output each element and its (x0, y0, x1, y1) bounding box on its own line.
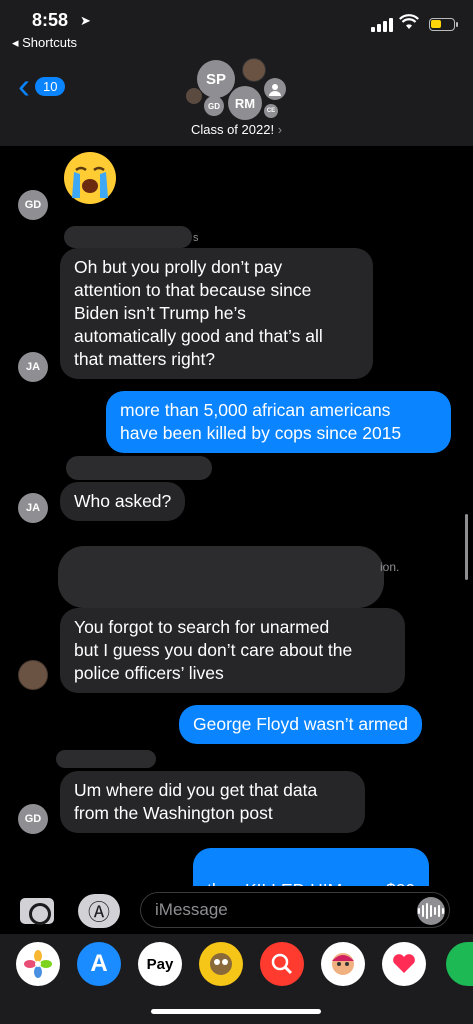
message-field[interactable] (140, 892, 450, 928)
home-indicator[interactable] (151, 1009, 321, 1014)
back-chevron-icon[interactable]: ‹ (18, 68, 30, 104)
received-message-bubble[interactable]: Oh but you prolly don’t pay attention to… (60, 248, 373, 379)
unread-count-badge[interactable]: 10 (35, 77, 66, 96)
status-bar: 8:58 ➤ ◂ Shortcuts (0, 0, 473, 56)
spotify-icon[interactable] (446, 942, 473, 986)
group-avatar-gd[interactable]: GD (204, 96, 224, 116)
group-name[interactable]: Class of 2022! › (0, 122, 473, 137)
received-message-bubble[interactable]: Who asked? (60, 482, 186, 521)
received-message-bubble[interactable]: You forgot to search for unarmed but I g… (60, 608, 405, 693)
sender-avatar-gd: GD (18, 804, 48, 834)
battery-icon (429, 18, 458, 31)
digital-touch-icon[interactable] (382, 942, 426, 986)
app-store-button[interactable]: Ⓐ (78, 894, 120, 928)
group-avatar-small-photo[interactable] (186, 88, 202, 104)
redacted-sender-name (56, 750, 156, 768)
memoji-icon[interactable] (199, 942, 243, 986)
received-message-bubble[interactable]: Um where did you get that data from the … (60, 771, 365, 833)
redacted-sender-name (64, 226, 192, 248)
apple-pay-icon[interactable]: Pay (138, 942, 182, 986)
notice-fragment: ion. (380, 560, 400, 574)
sender-name-fragment: s (193, 232, 199, 244)
group-avatar-photo[interactable] (242, 58, 266, 82)
app-store-icon: Ⓐ (87, 900, 110, 925)
loudly-crying-face-icon (64, 152, 116, 204)
sent-message-bubble[interactable]: George Floyd wasn’t armed (179, 705, 422, 744)
wifi-icon (399, 14, 419, 29)
scrollbar[interactable] (465, 514, 468, 580)
conversation-header: ‹ 10 SP GD RM CE Class of 2022! › (0, 56, 473, 146)
group-avatar-person-icon[interactable] (264, 78, 286, 100)
group-avatar-ce[interactable]: CE (264, 104, 278, 118)
location-arrow-icon: ➤ (80, 13, 91, 28)
status-time: 8:58 (32, 10, 69, 30)
group-name-label[interactable]: Class of 2022! (191, 122, 274, 137)
sender-avatar-ja: JA (18, 493, 48, 523)
cellular-signal-icon (371, 18, 393, 32)
photos-icon[interactable] (16, 942, 60, 986)
app-drawer: A Pay (0, 934, 473, 1024)
group-avatar-rm[interactable]: RM (228, 86, 262, 120)
apple-pay-label: Pay (146, 955, 174, 973)
sender-avatar-ja: JA (18, 352, 48, 382)
app-store-icon[interactable]: A (77, 942, 121, 986)
web-search-icon[interactable] (260, 942, 304, 986)
sender-avatar-gd: GD (18, 190, 48, 220)
group-avatar-sp[interactable]: SP (197, 60, 235, 98)
camera-icon[interactable] (20, 898, 54, 925)
back-to-app-link[interactable]: ◂ Shortcuts (12, 35, 77, 51)
sender-avatar-photo (18, 660, 48, 690)
audio-message-icon[interactable] (417, 897, 445, 925)
memoji-sticker-icon[interactable] (321, 942, 365, 986)
redacted-sender-name (66, 456, 212, 480)
message-list[interactable]: GD s Oh but you prolly don’t pay attenti… (0, 146, 473, 910)
message-input[interactable] (141, 893, 391, 927)
chevron-right-icon: › (277, 122, 283, 137)
compose-bar: Ⓐ (0, 886, 473, 934)
redacted-timestamp (58, 546, 384, 608)
sent-message-bubble[interactable]: more than 5,000 african americans have b… (106, 391, 451, 453)
